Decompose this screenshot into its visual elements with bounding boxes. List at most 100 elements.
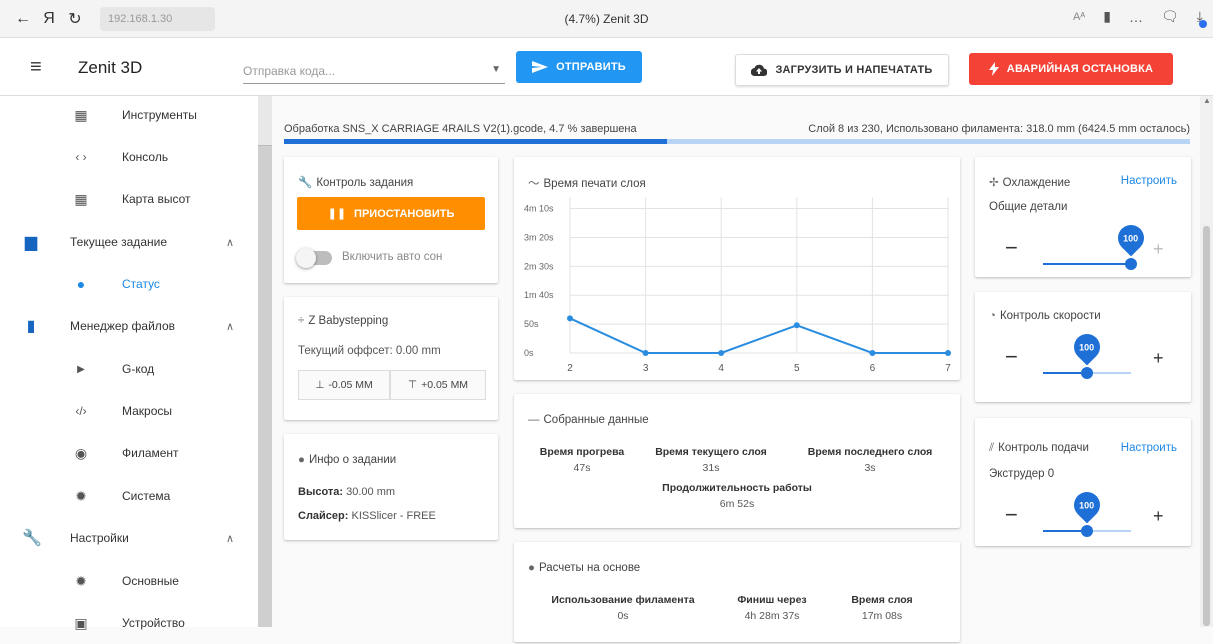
chart-x-tick-label: 5 <box>794 363 800 374</box>
sidebar-item-label: Макросы <box>122 404 173 418</box>
emergency-stop-button[interactable]: АВАРИЙНАЯ ОСТАНОВКА <box>969 53 1173 85</box>
job-slicer: Слайсер: KISSlicer - FREE <box>298 510 436 522</box>
extrusion-control-card: ⫽ Контроль подачи Настроить Экструдер 0 −… <box>975 418 1191 546</box>
sidebar-item-settings[interactable]: 🔧 Настройки ∧ <box>0 517 258 559</box>
cooling-slider-thumb[interactable] <box>1125 258 1137 270</box>
extrusion-value-bubble: 100 <box>1068 486 1106 524</box>
address-text: 192.168.1.30 <box>108 12 173 25</box>
speed-value-bubble: 100 <box>1068 328 1106 366</box>
upload-label: ЗАГРУЗИТЬ И НАПЕЧАТАТЬ <box>775 64 933 76</box>
bookmark-icon[interactable]: ▮ <box>1103 8 1111 25</box>
layer-time-card: 〜 Время печати слоя 4m 10s 3m 20s 2m 30s 1m … <box>514 157 960 380</box>
extrusion-slider-thumb[interactable] <box>1081 525 1093 537</box>
download-icon[interactable]: ⤓ <box>1197 8 1208 28</box>
auto-sleep-toggle[interactable] <box>296 248 332 268</box>
app-bar: ≡ Zenit 3D Отправка кода... ▼ ОТПРАВИТЬ … <box>0 38 1213 96</box>
more-icon[interactable]: … <box>1129 9 1143 25</box>
cooling-decrease-button[interactable]: − <box>1005 235 1018 261</box>
speed-increase-button[interactable]: + <box>1153 348 1164 369</box>
babystep-minus-label: -0.05 MM <box>328 379 373 391</box>
sidebar-item-tools[interactable]: ▦ Инструменты <box>0 94 258 136</box>
extrusion-title: ⫽ Контроль подачи <box>989 442 1089 454</box>
main-scrollbar[interactable]: ▲ <box>1200 96 1213 627</box>
babystep-minus-button[interactable]: ⊥ -0.05 MM <box>298 370 390 400</box>
chart-x-tick-label: 7 <box>945 363 951 374</box>
reload-icon[interactable]: ↻ <box>62 9 88 29</box>
chevron-up-icon[interactable]: ∧ <box>226 320 234 333</box>
sidebar-item-label: Система <box>122 489 171 503</box>
macro-icon: ‹/› <box>75 404 87 418</box>
chart-point <box>642 350 649 356</box>
sidebar-item-console[interactable]: ‹ › Консоль <box>0 136 258 178</box>
extrusion-slider[interactable]: 100 <box>1043 486 1131 537</box>
sidebar-item-heightmap[interactable]: ▦ Карта высот <box>0 178 258 220</box>
play-icon: ▶ <box>77 363 85 375</box>
collected-title: — Собранные данные <box>528 414 649 426</box>
extrusion-increase-button[interactable]: + <box>1153 506 1164 527</box>
wrench-icon: 🔧 <box>298 177 313 189</box>
sidebar-item-label: Инструменты <box>122 108 197 122</box>
grid-icon: ▦ <box>74 190 88 207</box>
device-icon: ▣ <box>74 614 88 631</box>
chat-icon[interactable]: 🗨 <box>1161 8 1179 25</box>
cooling-increase-button[interactable]: + <box>1153 239 1164 260</box>
sidebar-item-gcode[interactable]: ▶ G-код <box>0 348 258 390</box>
speed-control-card: ◔ Контроль скорости − 100 + <box>975 292 1191 402</box>
chevron-up-icon[interactable]: ∧ <box>226 236 234 249</box>
sidebar-item-status[interactable]: ● Статус <box>0 263 258 305</box>
sidebar-item-device[interactable]: ▣ Устройство <box>0 602 258 644</box>
chart-y-tick-label: 50s <box>524 319 539 329</box>
scroll-up-arrow-icon[interactable]: ▲ <box>1203 96 1211 105</box>
sidebar-item-system[interactable]: ✹ Система <box>0 475 258 517</box>
code-icon: ‹ › <box>75 150 87 164</box>
filament-estimate: Использование филамента 0s <box>551 594 695 622</box>
pause-button[interactable]: ❚❚ ПРИОСТАНОВИТЬ <box>297 197 485 230</box>
gcode-placeholder: Отправка кода... <box>243 64 336 78</box>
gcode-input[interactable]: Отправка кода... ▼ <box>243 60 505 84</box>
chart-point <box>945 350 951 356</box>
current-offset: Текущий оффсет: 0.00 mm <box>298 345 441 357</box>
yandex-logo-icon[interactable]: Я <box>36 10 62 28</box>
uptime: Продолжительность работы 6m 52s <box>662 482 812 510</box>
extrusion-configure-link[interactable]: Настроить <box>1121 442 1177 454</box>
sidebar-item-file-manager[interactable]: ▮ Менеджер файлов ∧ <box>0 305 258 347</box>
warmup-time: Время прогрева 47s <box>539 446 625 474</box>
chart-y-tick-label: 2m 30s <box>524 261 554 271</box>
translate-icon[interactable]: Aᴬ <box>1073 11 1085 23</box>
back-arrow-icon[interactable]: ← <box>10 10 36 28</box>
send-button[interactable]: ОТПРАВИТЬ <box>516 51 642 83</box>
speed-decrease-button[interactable]: − <box>1005 344 1018 370</box>
cooling-slider[interactable]: 100 <box>1043 219 1150 270</box>
sidebar-scrollbar-thumb[interactable] <box>258 96 272 146</box>
sidebar-item-label: Статус <box>122 277 160 291</box>
address-bar[interactable]: 192.168.1.30 <box>100 6 215 31</box>
chart-point <box>567 315 573 322</box>
extrusion-decrease-button[interactable]: − <box>1005 502 1018 528</box>
gear-icon: ✹ <box>75 487 87 504</box>
app-title: Zenit 3D <box>78 58 143 77</box>
sidebar-scrollbar[interactable] <box>258 96 272 627</box>
job-info-title: ● Инфо о задании <box>298 454 397 466</box>
sidebar-item-label: G-код <box>122 362 155 376</box>
sidebar: ▦ Инструменты ‹ › Консоль ▦ Карта высот … <box>0 94 258 631</box>
layer-estimate: Время слоя 17m 08s <box>851 594 913 622</box>
sidebar-item-general[interactable]: ✹ Основные <box>0 560 258 602</box>
dropdown-arrow-icon[interactable]: ▼ <box>491 64 501 75</box>
chart-x-tick-label: 6 <box>870 363 876 374</box>
menu-icon[interactable]: ≡ <box>30 56 42 79</box>
chart-y-tick-label: 1m 40s <box>524 290 554 300</box>
sidebar-item-macros[interactable]: ‹/› Макросы <box>0 390 258 432</box>
chevron-up-icon[interactable]: ∧ <box>226 532 234 545</box>
babystep-plus-button[interactable]: ⊤ +0.05 MM <box>390 370 486 400</box>
chart-point <box>718 350 725 356</box>
speed-slider[interactable]: 100 <box>1043 328 1131 379</box>
sidebar-item-current-job[interactable]: ▆ Текущее задание ∧ <box>0 221 258 263</box>
job-layer-text: Слой 8 из 230, Использовано филамента: 3… <box>808 123 1190 135</box>
sidebar-item-filament[interactable]: ◉ Филамент <box>0 432 258 474</box>
speed-slider-thumb[interactable] <box>1081 367 1093 379</box>
main-scrollbar-thumb[interactable] <box>1203 226 1210 626</box>
cooling-configure-link[interactable]: Настроить <box>1121 175 1177 187</box>
job-progress-text: Обработка SNS_X CARRIAGE 4RAILS V2(1).gc… <box>284 123 637 135</box>
chart-y-tick-label: 4m 10s <box>524 204 554 214</box>
upload-print-button[interactable]: ЗАГРУЗИТЬ И НАПЕЧАТАТЬ <box>735 54 949 86</box>
